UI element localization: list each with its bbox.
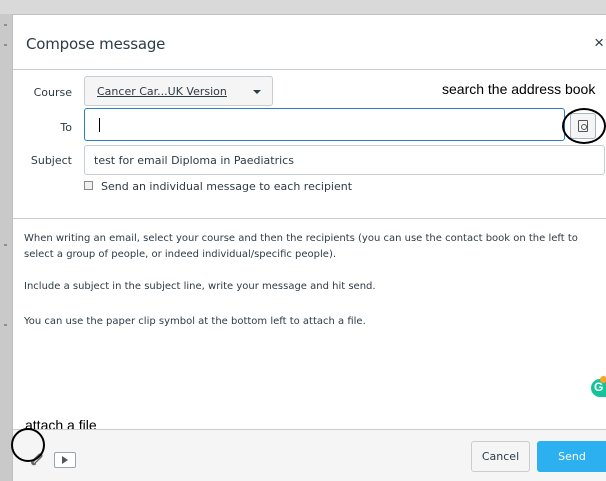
background-mark [4, 44, 7, 46]
message-paragraph[interactable]: Include a subject in the subject line, w… [24, 279, 604, 295]
annotation-search-address-book: search the address book [442, 81, 596, 97]
compose-dialog: Compose message × Course Cancer Car...UK… [12, 14, 606, 481]
subject-label: Subject [30, 154, 72, 167]
send-button[interactable]: Send [537, 441, 606, 472]
dialog-header: Compose message × [13, 15, 606, 70]
to-input[interactable] [84, 108, 565, 141]
individual-message-label[interactable]: Send an individual message to each recip… [101, 180, 352, 193]
grammarly-notification-dot [600, 376, 606, 383]
background-top-strip [0, 0, 606, 14]
dialog-title: Compose message [26, 35, 166, 53]
subject-input[interactable]: test for email Diploma in Paediatrics [84, 145, 605, 175]
to-label: To [60, 121, 72, 134]
caret-down-icon [253, 90, 261, 94]
subject-value: test for email Diploma in Paediatrics [94, 154, 294, 167]
cancel-button[interactable]: Cancel [471, 441, 530, 472]
individual-message-checkbox[interactable] [84, 181, 93, 190]
background-mark [4, 24, 7, 26]
media-icon [62, 456, 68, 464]
annotation-circle-address-book [562, 108, 606, 144]
course-select[interactable]: Cancer Car...UK Version [84, 76, 273, 106]
grammarly-icon[interactable]: G [591, 376, 606, 397]
text-cursor [99, 118, 100, 132]
background-mark [4, 244, 7, 246]
close-icon[interactable]: × [594, 34, 604, 51]
background-mark [4, 324, 7, 326]
background-left-strip [0, 14, 12, 481]
dialog-footer: Cancel Send [13, 429, 606, 481]
media-button[interactable] [54, 452, 76, 468]
annotation-circle-attach [11, 428, 45, 462]
message-paragraph[interactable]: You can use the paper clip symbol at the… [24, 314, 604, 330]
course-select-value: Cancer Car...UK Version [97, 85, 227, 98]
course-label: Course [33, 86, 72, 99]
divider [13, 218, 606, 219]
message-paragraph[interactable]: When writing an email, select your cours… [24, 231, 604, 263]
